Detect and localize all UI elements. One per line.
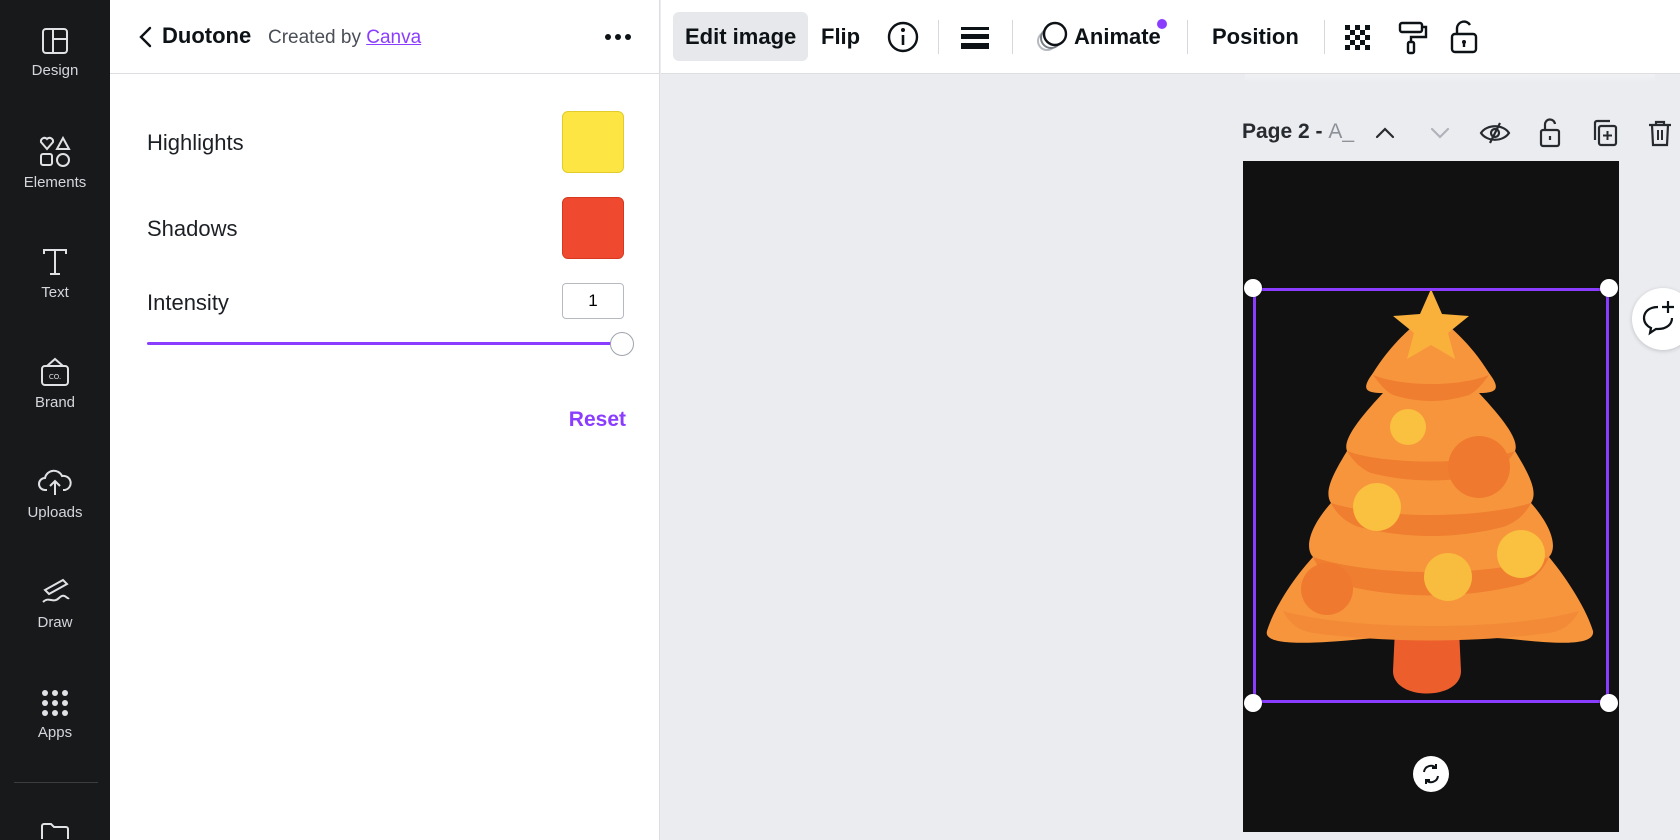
- apps-icon: [40, 688, 70, 718]
- page-up-button[interactable]: [1368, 116, 1402, 150]
- animate-icon: [1033, 17, 1073, 57]
- copy-style-button[interactable]: [1392, 17, 1432, 57]
- highlights-color-swatch[interactable]: [562, 111, 624, 173]
- chevron-left-icon: [132, 22, 160, 52]
- rail-label-design: Design: [0, 62, 110, 79]
- created-by: Created by Canva: [268, 27, 421, 49]
- more-options-button[interactable]: [598, 22, 638, 52]
- toolbar-divider: [938, 20, 939, 54]
- intensity-slider-thumb[interactable]: [610, 332, 634, 356]
- animate-button[interactable]: Animate: [1074, 12, 1161, 61]
- unlock-icon: [1533, 116, 1567, 150]
- rotate-icon: [1413, 756, 1449, 792]
- rail-item-design[interactable]: Design: [0, 26, 110, 79]
- lock-page-button[interactable]: [1533, 116, 1567, 150]
- edit-image-button[interactable]: Edit image: [673, 12, 808, 61]
- draw-icon: [39, 576, 71, 608]
- delete-page-button[interactable]: [1643, 116, 1677, 150]
- rail-label-apps: Apps: [0, 724, 110, 741]
- duplicate-icon: [1588, 116, 1622, 150]
- created-prefix: Created by: [268, 27, 361, 48]
- chevron-down-icon: [1423, 116, 1457, 150]
- unlock-icon: [1444, 17, 1484, 57]
- transparency-button[interactable]: [1339, 17, 1379, 57]
- left-rail: Design Elements Text CO. Brand Uploads D…: [0, 0, 110, 840]
- rail-item-apps[interactable]: Apps: [0, 688, 110, 741]
- reset-button[interactable]: Reset: [562, 408, 626, 432]
- rail-label-draw: Draw: [0, 614, 110, 631]
- info-button[interactable]: [883, 17, 923, 57]
- elements-icon: [38, 136, 72, 168]
- info-icon: [883, 17, 923, 57]
- back-button[interactable]: [132, 22, 160, 52]
- rail-item-brand[interactable]: CO. Brand: [0, 356, 110, 411]
- page-title-main: Page 2 -: [1242, 120, 1328, 143]
- border-style-button[interactable]: [955, 17, 995, 57]
- rail-label-text: Text: [0, 284, 110, 301]
- rail-divider: [14, 782, 98, 783]
- intensity-input[interactable]: [562, 283, 624, 319]
- creator-link[interactable]: Canva: [366, 27, 421, 48]
- more-horizontal-icon: [598, 22, 638, 52]
- highlights-label: Highlights: [147, 130, 244, 156]
- design-icon: [40, 26, 70, 56]
- page-title-faded: A_: [1328, 120, 1354, 143]
- rail-label-elements: Elements: [0, 174, 110, 191]
- shadows-label: Shadows: [147, 216, 238, 242]
- animate-icon-wrap[interactable]: [1033, 17, 1073, 57]
- folder-icon: [39, 822, 71, 840]
- position-button[interactable]: Position: [1212, 12, 1299, 61]
- rail-label-uploads: Uploads: [0, 504, 110, 521]
- comment-plus-icon: [1638, 295, 1680, 343]
- resize-handle-top-right[interactable]: [1600, 279, 1618, 297]
- transparency-icon: [1339, 17, 1379, 57]
- resize-handle-top-left[interactable]: [1244, 279, 1262, 297]
- svg-text:CO.: CO.: [49, 373, 61, 381]
- toolbar-shadow: [1245, 74, 1655, 82]
- add-comment-button[interactable]: [1632, 288, 1680, 350]
- toolbar-divider: [1324, 20, 1325, 54]
- lock-button[interactable]: [1444, 17, 1484, 57]
- rail-item-uploads[interactable]: Uploads: [0, 466, 110, 521]
- border-weight-icon: [955, 17, 995, 57]
- trash-icon: [1643, 116, 1677, 150]
- chevron-up-icon: [1368, 116, 1402, 150]
- shadows-color-swatch[interactable]: [562, 197, 624, 259]
- intensity-slider-track[interactable]: [147, 342, 623, 345]
- rotate-button[interactable]: [1413, 756, 1449, 792]
- toolbar-divider: [1012, 20, 1013, 54]
- resize-handle-bottom-right[interactable]: [1600, 694, 1618, 712]
- duotone-panel: Duotone Created by Canva Highlights Shad…: [110, 0, 660, 840]
- duplicate-page-button[interactable]: [1588, 116, 1622, 150]
- intensity-label: Intensity: [147, 290, 229, 316]
- resize-handle-bottom-left[interactable]: [1244, 694, 1262, 712]
- rail-item-text[interactable]: Text: [0, 246, 110, 301]
- design-page[interactable]: [1243, 161, 1619, 832]
- panel-title: Duotone: [162, 23, 251, 49]
- page-title[interactable]: Page 2 - A_: [1242, 120, 1354, 144]
- paint-roller-icon: [1392, 17, 1432, 57]
- text-icon: [40, 246, 70, 278]
- animate-new-badge: [1157, 19, 1167, 29]
- top-toolbar: Edit image Flip Animate Position: [661, 0, 1680, 74]
- toolbar-divider: [1187, 20, 1188, 54]
- panel-header: Duotone Created by Canva: [110, 0, 660, 74]
- rail-item-draw[interactable]: Draw: [0, 576, 110, 631]
- christmas-tree-image[interactable]: [1243, 161, 1619, 832]
- page-down-button[interactable]: [1423, 116, 1457, 150]
- uploads-icon: [38, 466, 72, 498]
- rail-item-elements[interactable]: Elements: [0, 136, 110, 191]
- eye-hide-icon: [1478, 116, 1512, 150]
- brand-icon: CO.: [39, 356, 71, 388]
- hide-page-button[interactable]: [1478, 116, 1512, 150]
- rail-label-brand: Brand: [0, 394, 110, 411]
- flip-button[interactable]: Flip: [821, 12, 860, 61]
- rail-item-projects[interactable]: [0, 822, 110, 840]
